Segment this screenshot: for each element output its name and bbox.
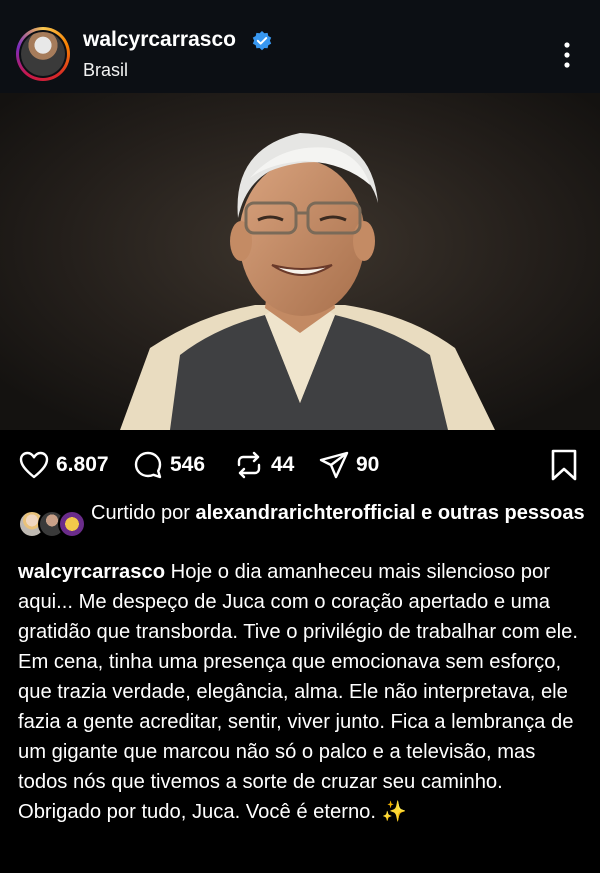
caption-text: Hoje o dia amanheceu mais silencioso por…: [18, 561, 578, 823]
comment-button[interactable]: 546: [132, 448, 205, 482]
avatar-image: [21, 32, 65, 76]
repost-button[interactable]: 44: [233, 448, 294, 482]
caption-username[interactable]: walcyrcarrasco: [18, 561, 165, 583]
sparkles-emoji: ✨: [381, 801, 407, 823]
heart-icon: [19, 451, 49, 479]
action-bar: 6.807 546 44 90: [0, 430, 600, 500]
post-caption: walcyrcarrasco Hoje o dia amanheceu mais…: [18, 557, 588, 827]
verified-badge-icon: [252, 31, 272, 51]
post-image[interactable]: [0, 93, 600, 430]
like-button[interactable]: 6.807: [18, 448, 109, 482]
portrait-illustration: [0, 93, 600, 430]
share-button[interactable]: 90: [318, 448, 379, 482]
reposts-count: 44: [271, 453, 295, 476]
shares-count: 90: [356, 453, 380, 476]
comment-icon: [134, 451, 162, 479]
post-header: walcyrcarrasco Brasil: [0, 0, 600, 93]
liked-by-section: Curtido por alexandrarichterofficial e o…: [0, 500, 600, 558]
liker-avatars[interactable]: [18, 510, 86, 538]
liked-by-user[interactable]: alexandrarichterofficial: [196, 502, 416, 524]
liker-avatar: [58, 510, 86, 538]
story-ring[interactable]: [16, 27, 70, 81]
username[interactable]: walcyrcarrasco: [83, 28, 236, 52]
more-options-icon[interactable]: [557, 38, 577, 72]
location-link[interactable]: Brasil: [83, 60, 128, 81]
liked-by-prefix: Curtido por: [91, 502, 190, 524]
repost-icon: [237, 451, 261, 479]
bookmark-icon[interactable]: [548, 448, 580, 482]
likes-count: 6.807: [56, 453, 109, 476]
liked-by-suffix: e outras pessoas: [421, 502, 585, 524]
liked-by-text[interactable]: Curtido por alexandrarichterofficial e o…: [91, 500, 586, 526]
avatar[interactable]: [19, 30, 67, 78]
send-icon: [319, 451, 349, 479]
comments-count: 546: [170, 453, 206, 476]
